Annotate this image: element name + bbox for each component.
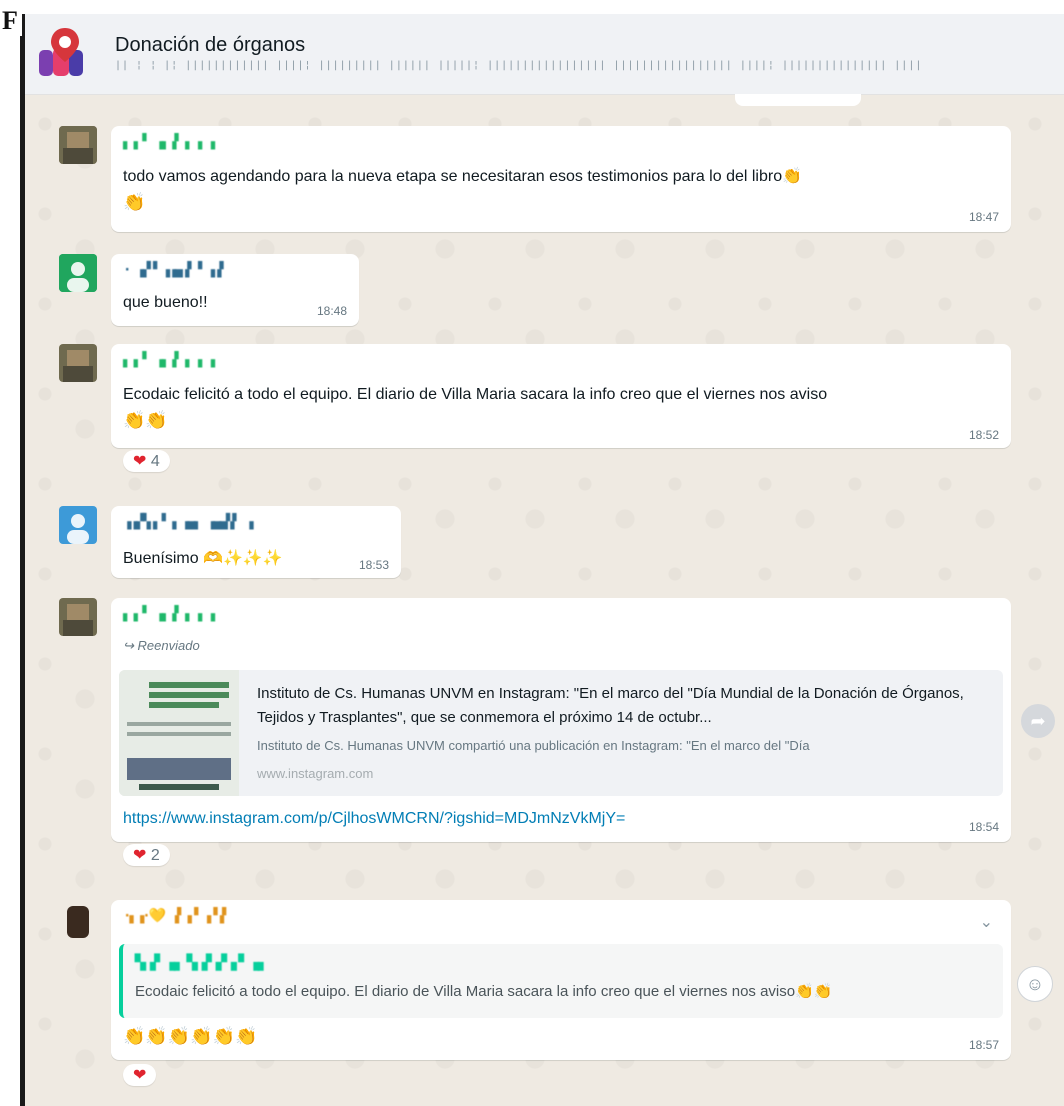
avatar-image	[59, 254, 97, 292]
message-bubble[interactable]: ▗▗▞▚▗ ▘▗ ▗▄▖ ▗▄▄▚▘ ▗ Buenísimo 🫶✨✨✨ 18:5…	[111, 506, 401, 578]
chat-header[interactable]: Donación de órganos || ¦ ¦ |¦ ||||||||||…	[25, 14, 1064, 95]
forwarded-arrow-icon: ↪	[123, 638, 134, 653]
avatar-image	[59, 126, 97, 164]
sender-name: ▗▗▞▚▗ ▘▗ ▗▄▖ ▗▄▄▚▘ ▗	[123, 514, 254, 530]
link-preview[interactable]: Instituto de Cs. Humanas UNVM en Instagr…	[119, 670, 1003, 796]
sender-name: ▖▗ ▘ ▗▖▗▘▗ ▗ ▗	[123, 352, 215, 368]
avatar[interactable]	[59, 598, 97, 636]
group-title: Donación de órganos	[115, 34, 306, 56]
message-text: todo vamos agendando para la nueva etapa…	[123, 168, 803, 185]
heart-icon: ❤	[133, 1067, 147, 1084]
forwarded-label: ↪ Reenviado	[123, 638, 200, 654]
avatar-image	[59, 598, 97, 636]
message-emoji: 👏👏👏👏👏👏	[123, 1026, 258, 1046]
group-avatar[interactable]	[33, 24, 97, 82]
figure-label: F	[2, 6, 22, 36]
message-bubble[interactable]: ·▖▗·💛 ▗▘▗▝ ▗▝▗▘ ⌄ ▚▗▘▗▖ ▚▗▘▞▗ ▘▗▖ Ecodai…	[111, 900, 1011, 1060]
reaction-badge[interactable]: ❤	[123, 1064, 157, 1086]
forwarded-text: Reenviado	[137, 638, 200, 653]
message-emoji: 👏	[123, 192, 146, 212]
message-time: 18:54	[968, 820, 999, 834]
group-members-list: || ¦ ¦ |¦ |||||||||||| ||||¦ ||||||||| |…	[115, 60, 923, 71]
message-bubble[interactable]: ▖▗ ▘ ▗▖▗▘▗ ▗ ▗ todo vamos agendando para…	[111, 126, 1011, 232]
message-text: que bueno!!	[123, 294, 208, 311]
message-time: 18:47	[968, 210, 999, 224]
avatar-image	[59, 344, 97, 382]
reaction-count: 2	[150, 847, 160, 864]
sender-name: ·▖▗·💛 ▗▘▗▝ ▗▝▗▘	[123, 908, 230, 924]
avatar[interactable]	[59, 126, 97, 164]
date-chip	[735, 94, 861, 106]
reaction-count: 4	[150, 453, 160, 470]
message-link[interactable]: https://www.instagram.com/p/CjlhosWMCRN/…	[123, 810, 625, 828]
sender-name: ▖▗ ▘ ▗▖▗▘▗ ▗ ▗	[123, 134, 215, 150]
heart-icon: ❤	[133, 847, 147, 864]
avatar-image	[59, 506, 97, 544]
quoted-message[interactable]: ▚▗▘▗▖ ▚▗▘▞▗ ▘▗▖ Ecodaic felicitó a todo …	[119, 944, 1003, 1018]
message-text: Buenísimo 🫶✨✨✨	[123, 550, 283, 567]
link-preview-description: Instituto de Cs. Humanas UNVM compartió …	[257, 738, 810, 753]
emoji-picker-icon[interactable]: ☺	[1017, 966, 1053, 1002]
reaction-badge[interactable]: ❤ 2	[123, 844, 170, 866]
message-bubble[interactable]: ▖▗ ▘ ▗▖▗▘▗ ▗ ▗ ↪ Reenviado Instituto de …	[111, 598, 1011, 842]
sender-name: · ▗▞▝ ▗▗▄▗▘▝ ▗▗▘	[123, 262, 228, 278]
quoted-sender: ▚▗▘▗▖ ▚▗▘▞▗ ▘▗▖	[135, 954, 269, 970]
message-time: 18:52	[968, 428, 999, 442]
avatar[interactable]	[59, 254, 97, 292]
avatar[interactable]	[59, 344, 97, 382]
sender-name: ▖▗ ▘ ▗▖▗▘▗ ▗ ▗	[123, 606, 215, 622]
avatar[interactable]	[59, 506, 97, 544]
message-text: Ecodaic felicitó a todo el equipo. El di…	[123, 386, 828, 403]
avatar[interactable]	[59, 900, 97, 938]
heart-icon: ❤	[133, 453, 147, 470]
message-bubble[interactable]: · ▗▞▝ ▗▗▄▗▘▝ ▗▗▘ que bueno!! 18:48	[111, 254, 359, 326]
forward-icon[interactable]: ➦	[1021, 704, 1055, 738]
message-time: 18:48	[316, 304, 347, 318]
link-preview-thumbnail	[119, 670, 239, 796]
message-time: 18:53	[358, 558, 389, 572]
link-preview-domain: www.instagram.com	[257, 766, 374, 781]
message-emoji: 👏👏	[123, 410, 168, 430]
reaction-badge[interactable]: ❤ 4	[123, 450, 170, 472]
message-bubble[interactable]: ▖▗ ▘ ▗▖▗▘▗ ▗ ▗ Ecodaic felicitó a todo e…	[111, 344, 1011, 448]
link-preview-title: Instituto de Cs. Humanas UNVM en Instagr…	[257, 685, 964, 726]
message-time: 18:57	[968, 1038, 999, 1052]
quoted-text: Ecodaic felicitó a todo el equipo. El di…	[135, 983, 833, 1000]
avatar-image	[59, 900, 97, 938]
chevron-down-icon[interactable]: ⌄	[980, 912, 993, 932]
chat-window: Donación de órganos || ¦ ¦ |¦ ||||||||||…	[20, 14, 1064, 1106]
